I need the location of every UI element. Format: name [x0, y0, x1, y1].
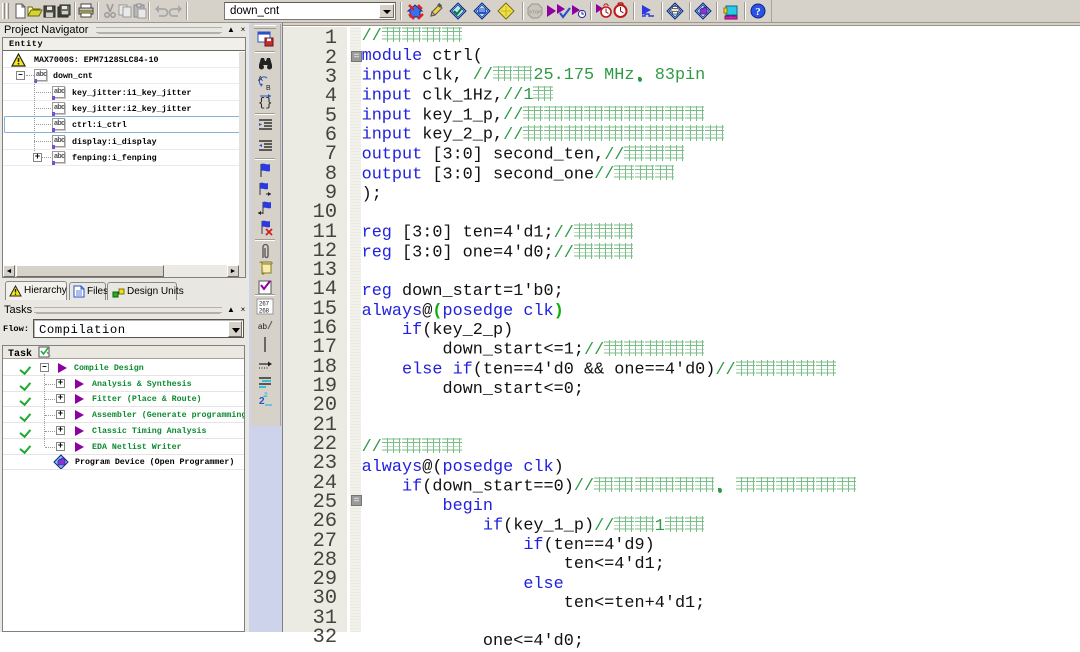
svg-text:267: 267	[259, 302, 270, 308]
svg-text:?: ?	[755, 6, 761, 18]
svg-text:ab: ab	[258, 322, 267, 331]
svg-text:B: B	[266, 85, 271, 91]
svg-text:{}: {}	[258, 96, 272, 110]
svg-text:2: 2	[259, 396, 265, 407]
svg-text:268: 268	[259, 309, 270, 315]
svg-text:STOP: STOP	[529, 10, 541, 15]
